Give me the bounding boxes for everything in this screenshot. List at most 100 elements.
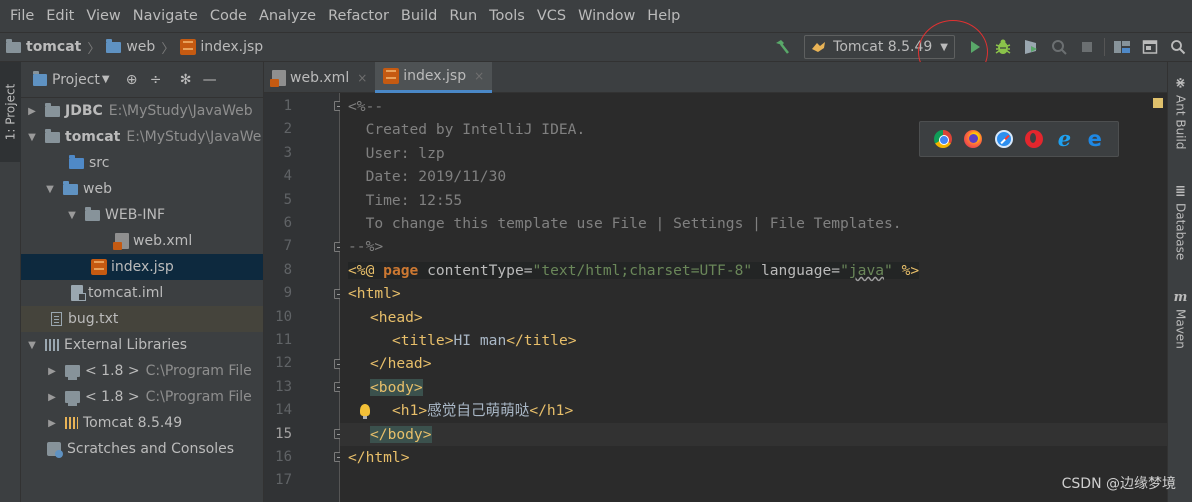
jsp-file-icon <box>180 39 197 55</box>
debug-bug-icon <box>995 39 1011 54</box>
tree-item-jdk-2[interactable]: ▶ < 1.8 > C:\Program File <box>21 384 263 410</box>
xml-file-icon <box>113 233 129 250</box>
line-number: 7 <box>283 238 292 255</box>
menu-refactor[interactable]: Refactor <box>322 0 395 32</box>
tree-item-web-xml[interactable]: web.xml <box>21 228 263 254</box>
database-tab[interactable]: ≣ Database <box>1168 184 1192 260</box>
collapse-arrow-icon[interactable]: ▼ <box>67 210 77 221</box>
dropdown-arrow-icon[interactable]: ▼ <box>102 74 110 85</box>
project-tool-window-label: 1: Project <box>3 83 18 141</box>
intention-bulb-icon[interactable] <box>360 404 370 419</box>
search-everywhere-button[interactable] <box>1164 33 1192 61</box>
run-with-coverage-button[interactable] <box>1017 33 1045 61</box>
expand-arrow-icon[interactable]: ▶ <box>47 392 57 403</box>
breadcrumb-web[interactable]: web <box>126 39 155 55</box>
menu-run[interactable]: Run <box>443 0 483 32</box>
stop-button[interactable] <box>1073 33 1101 61</box>
tree-item-src[interactable]: src <box>21 150 263 176</box>
run-configuration-dropdown[interactable]: Tomcat 8.5.49 ▼ <box>804 35 955 59</box>
project-tool-window-tab[interactable]: 1: Project <box>0 62 21 162</box>
line-number: 4 <box>283 168 292 185</box>
tree-item-web[interactable]: ▼ web <box>21 176 263 202</box>
expand-arrow-icon[interactable]: ▶ <box>47 366 57 377</box>
edge-icon[interactable]: e <box>1086 129 1104 150</box>
maven-tab[interactable]: m Maven <box>1168 290 1192 349</box>
code-line-14: <h1>感觉自己萌萌哒</h1> <box>392 402 574 420</box>
folder-icon <box>85 206 100 221</box>
chrome-icon[interactable] <box>934 130 953 148</box>
expand-arrow-icon[interactable]: ▶ <box>27 106 37 117</box>
close-tab-icon[interactable]: × <box>474 69 484 83</box>
menu-vcs[interactable]: VCS <box>531 0 572 32</box>
editor-gutter[interactable]: 1 2 3 4 5 6 7 8 9 10 11 12 13 14 15 16 1… <box>264 93 344 502</box>
run-button[interactable] <box>961 33 989 61</box>
tree-item-tomcat-library[interactable]: ▶ Tomcat 8.5.49 <box>21 410 263 436</box>
code-line-8: <%@ page contentType="text/html;charset=… <box>348 259 920 282</box>
tree-item-web-inf[interactable]: ▼ WEB-INF <box>21 202 263 228</box>
ant-build-tab[interactable]: ⋇ Ant Build <box>1168 76 1192 149</box>
presentation-mode-button[interactable] <box>1136 33 1164 61</box>
editor-tab-index-jsp[interactable]: index.jsp × <box>375 62 493 93</box>
internet-explorer-icon[interactable]: e <box>1055 128 1073 149</box>
menu-view[interactable]: View <box>80 0 126 32</box>
window-frame-icon <box>1142 40 1158 54</box>
menu-window[interactable]: Window <box>572 0 641 32</box>
collapse-all-icon[interactable]: ÷ <box>144 68 168 92</box>
profile-button[interactable] <box>1045 33 1073 61</box>
database-label: Database <box>1173 203 1188 261</box>
tree-item-tomcat[interactable]: ▼ tomcat E:\MyStudy\JavaWe <box>21 124 263 150</box>
breadcrumb: tomcat 〉 web 〉 index.jsp <box>6 38 263 57</box>
project-panel-header: Project ▼ ⊕ ÷ ✻ — <box>21 62 263 98</box>
project-structure-button[interactable] <box>1108 33 1136 61</box>
menu-analyze[interactable]: Analyze <box>253 0 322 32</box>
tree-item-jdbc[interactable]: ▶ JDBC E:\MyStudy\JavaWeb <box>21 98 263 124</box>
debug-button[interactable] <box>989 33 1017 61</box>
gear-icon[interactable]: ✻ <box>174 68 198 92</box>
line-number: 3 <box>283 144 292 161</box>
breadcrumb-separator-icon: 〉 <box>87 41 101 57</box>
close-tab-icon[interactable]: × <box>357 71 367 85</box>
project-view-selector[interactable]: Project <box>52 72 100 88</box>
locate-target-icon[interactable]: ⊕ <box>120 68 144 92</box>
expand-arrow-icon[interactable]: ▶ <box>47 418 57 429</box>
line-number: 9 <box>283 285 292 302</box>
tree-item-external-libraries[interactable]: ▼ External Libraries <box>21 332 263 358</box>
breadcrumb-index-jsp[interactable]: index.jsp <box>200 39 263 55</box>
toolbar-separator <box>1104 38 1105 56</box>
collapse-arrow-icon[interactable]: ▼ <box>27 132 37 143</box>
inspection-status-icon[interactable] <box>1153 98 1163 108</box>
iml-file-icon <box>71 285 86 301</box>
editor-tab-web-xml[interactable]: web.xml × <box>264 62 375 93</box>
menu-build[interactable]: Build <box>395 0 443 32</box>
build-hammer-button[interactable] <box>768 33 796 61</box>
hide-panel-icon[interactable]: — <box>198 68 222 92</box>
safari-icon[interactable] <box>994 130 1013 148</box>
tree-item-tomcat-iml[interactable]: tomcat.iml <box>21 280 263 306</box>
database-icon: ≣ <box>1175 184 1186 199</box>
menu-code[interactable]: Code <box>204 0 253 32</box>
collapse-arrow-icon[interactable]: ▼ <box>27 340 37 351</box>
menu-tools[interactable]: Tools <box>483 0 531 32</box>
breadcrumb-tomcat[interactable]: tomcat <box>26 39 81 55</box>
tree-item-index-jsp[interactable]: index.jsp <box>21 254 263 280</box>
menu-help[interactable]: Help <box>641 0 686 32</box>
code-line-1: <%-- <box>348 98 384 115</box>
code-editor[interactable]: <%-- Created by IntelliJ IDEA. User: lzp… <box>340 93 1167 502</box>
line-number: 10 <box>275 308 292 325</box>
dropdown-arrow-icon: ▼ <box>940 41 948 53</box>
menu-navigate[interactable]: Navigate <box>127 0 204 32</box>
library-icon <box>65 417 78 429</box>
tree-item-jdk-1[interactable]: ▶ < 1.8 > C:\Program File <box>21 358 263 384</box>
collapse-arrow-icon[interactable]: ▼ <box>45 184 55 195</box>
opera-icon[interactable] <box>1025 130 1044 148</box>
library-icon <box>45 339 59 351</box>
menu-file[interactable]: File <box>4 0 40 32</box>
stop-icon <box>1082 42 1092 52</box>
tree-item-bug-txt[interactable]: bug.txt <box>21 306 263 332</box>
main-toolbar: Tomcat 8.5.49 ▼ <box>768 33 1192 61</box>
firefox-icon[interactable] <box>964 130 983 148</box>
tree-item-scratches[interactable]: Scratches and Consoles <box>21 436 263 462</box>
xml-file-icon <box>270 69 286 87</box>
jsp-file-icon <box>91 259 107 275</box>
menu-edit[interactable]: Edit <box>40 0 80 32</box>
